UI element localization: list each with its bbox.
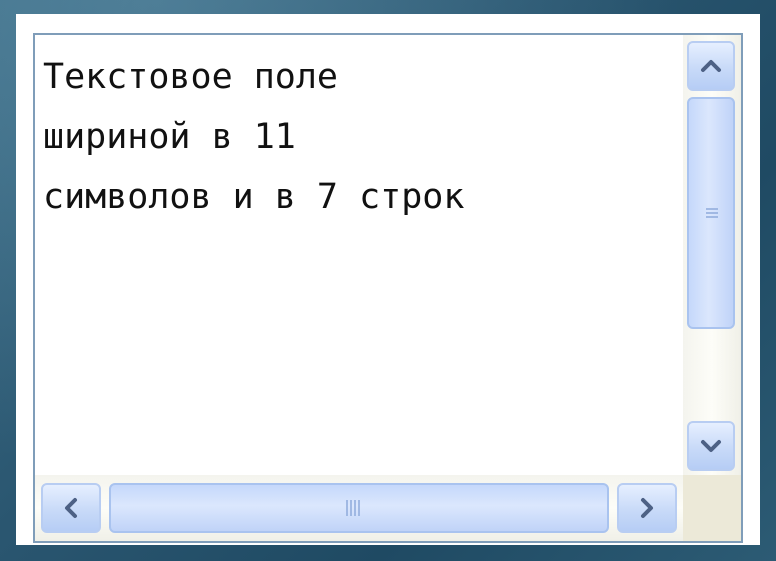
grip-lines-icon bbox=[346, 500, 360, 516]
chevron-left-icon bbox=[65, 498, 77, 518]
scroll-left-button[interactable] bbox=[41, 483, 101, 533]
vertical-scroll-thumb[interactable] bbox=[687, 97, 735, 329]
scroll-down-button[interactable] bbox=[687, 421, 735, 471]
scroll-right-button[interactable] bbox=[617, 483, 677, 533]
text-line: символов и в 7 строк bbox=[43, 177, 465, 217]
grip-lines-icon bbox=[706, 208, 718, 218]
horizontal-scroll-thumb[interactable] bbox=[109, 483, 609, 533]
chevron-right-icon bbox=[641, 498, 653, 518]
vertical-scrollbar[interactable] bbox=[683, 35, 741, 475]
multiline-textarea[interactable]: Текстовое поле шириной в 11 символов и в… bbox=[33, 33, 743, 543]
textarea-content[interactable]: Текстовое поле шириной в 11 символов и в… bbox=[43, 47, 683, 227]
chevron-down-icon bbox=[701, 440, 721, 452]
chevron-up-icon bbox=[701, 60, 721, 72]
horizontal-scrollbar[interactable] bbox=[35, 475, 683, 541]
text-line: шириной в 11 bbox=[43, 117, 296, 157]
text-line: Текстовое поле bbox=[43, 57, 339, 97]
scrollbar-corner bbox=[683, 475, 741, 541]
scroll-up-button[interactable] bbox=[687, 41, 735, 91]
